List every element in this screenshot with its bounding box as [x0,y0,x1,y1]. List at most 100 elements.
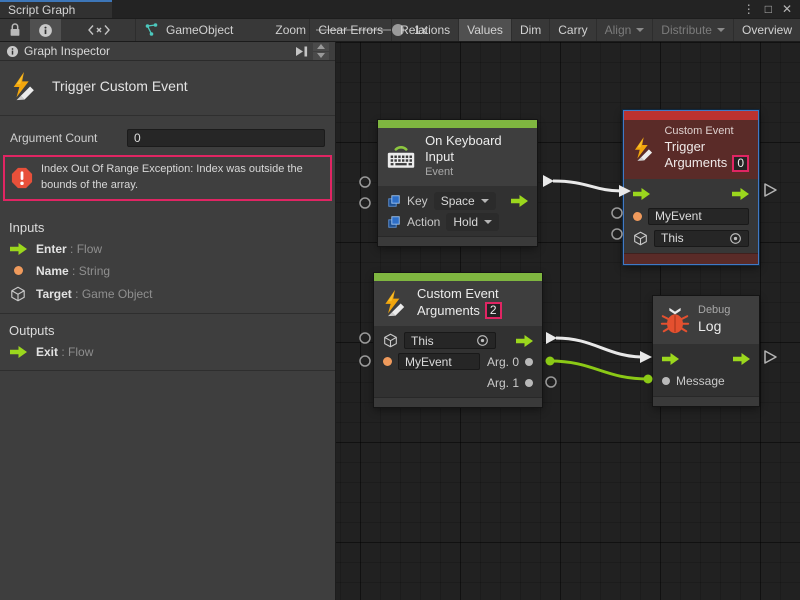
action-icon [387,215,401,229]
distribute-dropdown[interactable]: Distribute [653,19,733,41]
inspector-toggle-button[interactable] [30,19,61,41]
menu-icon[interactable]: ⋮ [743,3,755,15]
chevron-down-icon [717,28,725,36]
value-wire-arg0-message [550,361,648,379]
arg0-external-port[interactable] [546,357,555,366]
info-icon [6,45,19,58]
relations-button[interactable]: Relations [392,19,458,41]
carry-button[interactable]: Carry [550,19,595,41]
exit-output-port[interactable] [733,353,750,365]
flow-arrow-icon [10,243,27,255]
error-message-box: Index Out Of Range Exception: Index was … [3,155,332,201]
arg1-label: Arg. 1 [487,376,519,390]
game-object-port-icon[interactable] [633,231,648,246]
node-title-line2: Arguments [664,155,727,171]
keyboard-action-input-port[interactable] [360,198,370,208]
target-field[interactable]: This [654,230,749,247]
keyboard-out-port[interactable] [543,175,554,187]
event-color-bar [378,120,537,128]
keyboard-key-input-port[interactable] [360,177,370,187]
gameobject-breadcrumb[interactable]: GameObject [136,19,241,41]
string-port-icon[interactable] [633,212,642,221]
node-title: Custom Event [417,286,502,302]
node-footer [378,236,537,246]
trigger-target-input-port[interactable] [612,229,622,239]
keyboard-event-icon [385,141,417,171]
key-port-label: Key [407,194,428,208]
graph-toolbar: GameObject Zoom 1x Clear Errors Relation… [0,18,800,42]
arguments-value-highlight[interactable]: 0 [732,155,749,172]
input-row-name: Name : String [0,260,335,282]
action-port-label: Action [407,215,440,229]
close-icon[interactable]: ✕ [782,3,792,15]
node-footer [653,396,759,406]
unit-title-block: Trigger Custom Event [0,61,335,116]
tab-script-graph[interactable]: Script Graph [0,0,112,18]
trigger-output-port[interactable] [511,195,528,207]
gameobject-icon [144,22,160,38]
maximize-icon[interactable]: □ [765,3,772,15]
node-category: Custom Event [664,125,749,139]
zoom-label: Zoom [271,19,310,41]
dim-button[interactable]: Dim [512,19,549,41]
align-dropdown[interactable]: Align [597,19,653,41]
output-row-exit: Exit : Flow [0,341,335,363]
debug-exit-external-port[interactable] [765,351,776,363]
lock-button[interactable] [0,19,30,41]
clear-errors-button[interactable]: Clear Errors [310,19,391,41]
arguments-value-highlight[interactable]: 2 [485,302,502,319]
tab-title: Script Graph [8,3,75,17]
string-port-icon [14,266,23,275]
dock-panel-icon[interactable] [295,45,309,58]
scroll-down-button[interactable] [313,52,329,60]
error-octagon-icon [11,167,33,189]
message-input-port[interactable] [662,377,670,385]
listener-name-input-port[interactable] [360,356,370,366]
node-title-line2: Arguments [417,303,480,319]
event-name-field[interactable]: MyEvent [648,208,749,225]
tab-bar: Script Graph ⋮ □ ✕ [0,0,800,18]
custom-event-icon [381,289,409,317]
node-on-keyboard-input[interactable]: On Keyboard Input Event Key Space [378,120,537,246]
overview-button[interactable]: Overview [734,19,800,41]
trigger-name-input-port[interactable] [612,208,622,218]
listener-target-input-port[interactable] [360,333,370,343]
event-name-field[interactable]: MyEvent [398,353,480,370]
node-trigger-custom-event[interactable]: Custom Event Trigger Arguments 0 [623,110,759,265]
argument-count-input[interactable] [127,129,325,147]
node-custom-event[interactable]: Custom Event Arguments 2 This [374,273,542,407]
enter-input-port[interactable] [633,188,650,200]
values-button[interactable]: Values [459,19,511,41]
custom-event-icon [631,135,656,163]
trigger-exit-external-port[interactable] [765,184,776,196]
node-title-line1: Trigger [664,139,749,155]
trigger-output-port[interactable] [516,335,533,347]
action-dropdown[interactable]: Hold [446,213,499,231]
message-external-port[interactable] [644,375,653,384]
panel-spinner [313,43,329,60]
listener-arg1-external-port[interactable] [546,377,556,387]
input-row-target: Target : Game Object [0,282,335,306]
object-picker-icon[interactable] [729,232,742,245]
exit-output-port[interactable] [732,188,749,200]
argument-count-label: Argument Count [10,131,127,145]
arg1-output-port[interactable] [525,379,533,387]
keycode-icon [387,194,401,208]
arg0-output-port[interactable] [525,358,533,366]
enter-input-port[interactable] [662,353,679,365]
target-field[interactable]: This [404,332,496,349]
listener-out-port[interactable] [546,332,557,344]
object-picker-icon[interactable] [476,334,489,347]
message-label: Message [676,374,725,388]
graph-canvas[interactable]: On Keyboard Input Event Key Space [336,42,800,600]
scroll-up-button[interactable] [313,43,329,51]
game-object-port-icon[interactable] [383,333,398,348]
string-port-icon[interactable] [383,357,392,366]
triangle-up-icon [317,44,325,49]
key-dropdown[interactable]: Space [434,192,496,210]
window-controls: ⋮ □ ✕ [743,0,800,18]
node-debug-log[interactable]: Debug Log Message [653,296,759,406]
csharp-preview-button[interactable] [79,19,119,41]
node-footer [624,253,758,264]
node-title: Log [698,318,730,336]
